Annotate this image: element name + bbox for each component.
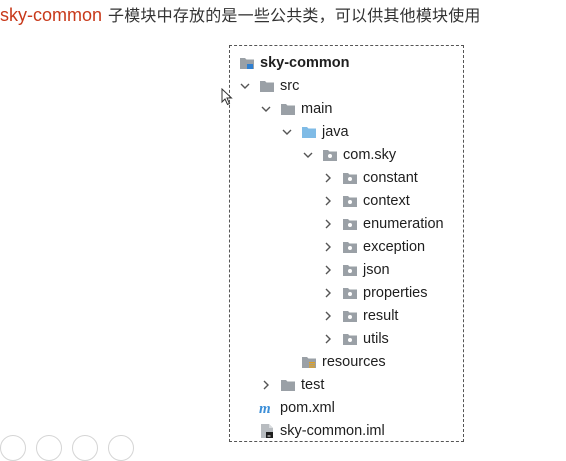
chevron-right-icon[interactable] — [322, 172, 334, 184]
tree-item-subpackage[interactable]: enumeration — [322, 213, 444, 235]
folder-icon — [280, 101, 296, 117]
tree-item-subpackage[interactable]: utils — [322, 328, 389, 350]
tree-item-subpackage[interactable]: context — [322, 190, 410, 212]
module-description: 子模块中存放的是一些公共类，可以供其他模块使用 — [108, 6, 481, 25]
tree-item-label: sky-common — [260, 55, 350, 71]
tree-item-resources[interactable]: resources — [301, 351, 386, 373]
package-icon — [342, 262, 358, 278]
tree-item-label: src — [280, 78, 300, 94]
tree-item-java[interactable]: java — [281, 121, 349, 143]
tree-item-root[interactable]: sky-common — [239, 52, 349, 74]
tree-item-label: sky-common.iml — [280, 423, 385, 439]
package-icon — [322, 147, 338, 163]
toolbar-circle-icon[interactable] — [36, 435, 62, 461]
tree-item-label: constant — [363, 170, 418, 186]
tree-item-subpackage[interactable]: properties — [322, 282, 427, 304]
tree-item-label: utils — [363, 331, 389, 347]
tree-item-label: exception — [363, 239, 426, 255]
tree-item-src[interactable]: src — [239, 75, 299, 97]
module-folder-icon — [239, 55, 255, 71]
tree-item-test[interactable]: test — [260, 374, 324, 396]
chevron-right-icon[interactable] — [322, 218, 334, 230]
tree-item-label: properties — [363, 285, 428, 301]
toolbar-circle-icon[interactable] — [72, 435, 98, 461]
page-heading: sky-common 子模块中存放的是一些公共类，可以供其他模块使用 — [0, 2, 481, 28]
package-icon — [342, 170, 358, 186]
toolbar-circle-icon[interactable] — [108, 435, 134, 461]
iml-file-icon — [259, 423, 275, 439]
tree-item-label: json — [363, 262, 390, 278]
tree-item-subpackage[interactable]: constant — [322, 167, 418, 189]
chevron-right-icon[interactable] — [322, 241, 334, 253]
bottom-toolbar — [0, 435, 134, 461]
project-tree: sky-common src main java com.sky constan… — [229, 45, 464, 442]
tree-item-iml[interactable]: sky-common.iml — [259, 420, 385, 442]
source-folder-icon — [301, 124, 317, 140]
chevron-down-icon[interactable] — [281, 126, 293, 138]
tree-item-subpackage[interactable]: exception — [322, 236, 425, 258]
chevron-down-icon[interactable] — [302, 149, 314, 161]
tree-item-pom[interactable]: m pom.xml — [259, 397, 335, 419]
chevron-right-icon[interactable] — [260, 379, 272, 391]
tree-item-label: context — [363, 193, 410, 209]
package-icon — [342, 285, 358, 301]
chevron-right-icon[interactable] — [322, 310, 334, 322]
tree-item-label: resources — [322, 354, 386, 370]
tree-item-label: result — [363, 308, 399, 324]
chevron-right-icon[interactable] — [322, 264, 334, 276]
package-icon — [342, 193, 358, 209]
resources-folder-icon — [301, 354, 317, 370]
chevron-down-icon[interactable] — [260, 103, 272, 115]
chevron-right-icon[interactable] — [322, 287, 334, 299]
folder-icon — [259, 78, 275, 94]
svg-text:m: m — [259, 401, 271, 416]
tree-item-subpackage[interactable]: result — [322, 305, 398, 327]
tree-item-label: test — [301, 377, 325, 393]
chevron-down-icon[interactable] — [239, 80, 251, 92]
tree-item-subpackage[interactable]: json — [322, 259, 390, 281]
maven-icon: m — [259, 400, 275, 417]
tree-item-main[interactable]: main — [260, 98, 332, 120]
tree-item-label: com.sky — [343, 147, 397, 163]
chevron-right-icon[interactable] — [322, 333, 334, 345]
package-icon — [342, 331, 358, 347]
module-name: sky-common — [0, 5, 103, 25]
folder-icon — [280, 377, 296, 393]
tree-item-label: pom.xml — [280, 400, 335, 416]
tree-item-label: java — [322, 124, 349, 140]
tree-item-label: main — [301, 101, 333, 117]
tree-item-package[interactable]: com.sky — [302, 144, 396, 166]
chevron-right-icon[interactable] — [322, 195, 334, 207]
tree-item-label: enumeration — [363, 216, 444, 232]
package-icon — [342, 239, 358, 255]
package-icon — [342, 216, 358, 232]
package-icon — [342, 308, 358, 324]
toolbar-circle-icon[interactable] — [0, 435, 26, 461]
